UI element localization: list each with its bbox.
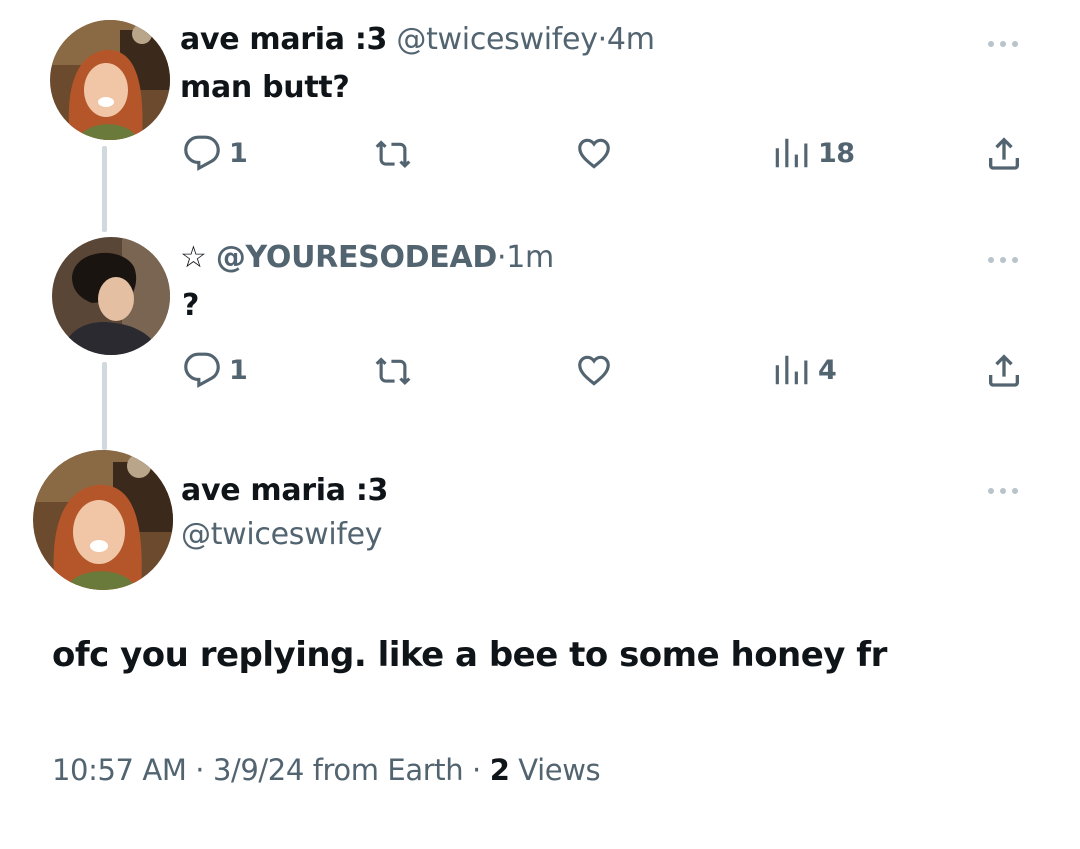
heart-icon <box>578 355 610 386</box>
reply-button[interactable]: 1 <box>183 133 248 173</box>
avatar[interactable] <box>33 450 173 590</box>
display-name[interactable]: ☆ <box>180 240 207 275</box>
more-options-icon[interactable] <box>985 483 1021 499</box>
more-options-icon[interactable] <box>985 252 1021 268</box>
display-name[interactable]: ave maria :3 <box>181 473 388 509</box>
avatar-darkhair-photo-icon <box>52 237 170 355</box>
handle[interactable]: @YOURESODEAD <box>216 240 497 275</box>
views-count: 18 <box>818 137 855 169</box>
separator: · <box>497 240 507 275</box>
timestamp[interactable]: 4m <box>607 22 655 57</box>
handle[interactable]: @twiceswifey <box>396 22 598 57</box>
tweet-text: ? <box>182 288 200 323</box>
avatar-redhead-photo-icon <box>33 450 173 590</box>
handle[interactable]: @twiceswifey <box>181 517 383 553</box>
like-button[interactable] <box>575 133 613 173</box>
thread-connector-line <box>102 146 107 232</box>
reply-icon <box>184 135 220 171</box>
tweet-text: ofc you replying. like a bee to some hon… <box>52 635 887 675</box>
post-time[interactable]: 10:57 AM <box>52 753 187 787</box>
like-button[interactable] <box>575 350 613 390</box>
reply-count: 1 <box>229 137 248 169</box>
views-chart-icon <box>775 355 808 385</box>
thread-connector-line <box>102 362 107 450</box>
avatar[interactable] <box>50 20 170 140</box>
share-upload-icon <box>989 137 1019 170</box>
views-chart-icon <box>775 138 808 168</box>
separator: · <box>472 753 481 787</box>
views-label[interactable]: Views <box>518 753 600 787</box>
reply-icon <box>184 352 220 388</box>
retweet-icon <box>375 140 411 169</box>
tweet-text: man butt? <box>180 70 350 105</box>
more-options-icon[interactable] <box>985 36 1021 52</box>
tweet-header: ☆ @YOURESODEAD·1m <box>180 240 554 276</box>
reply-count: 1 <box>229 354 248 386</box>
tweet-header: ave maria :3 @twiceswifey·4m <box>180 22 655 58</box>
retweet-button[interactable] <box>373 133 413 173</box>
views-count: 4 <box>818 354 837 386</box>
separator: · <box>597 22 608 57</box>
heart-icon <box>578 138 610 169</box>
views-button[interactable]: 18 <box>770 133 855 173</box>
tweet-metadata: 10:57 AM · 3/9/24 from Earth · 2 Views <box>52 752 601 788</box>
reply-button[interactable]: 1 <box>183 350 248 390</box>
avatar-redhead-photo-icon <box>50 20 170 140</box>
post-source: from Earth <box>312 753 464 787</box>
retweet-icon <box>375 357 411 386</box>
views-button[interactable]: 4 <box>770 350 837 390</box>
share-button[interactable] <box>984 350 1024 390</box>
post-date[interactable]: 3/9/24 <box>213 753 304 787</box>
separator: · <box>195 753 205 787</box>
display-name[interactable]: ave maria :3 <box>180 22 387 57</box>
timestamp[interactable]: 1m <box>506 240 554 275</box>
avatar[interactable] <box>52 237 170 355</box>
share-button[interactable] <box>984 133 1024 173</box>
share-upload-icon <box>989 354 1019 387</box>
views-count[interactable]: 2 <box>490 753 510 787</box>
retweet-button[interactable] <box>373 350 413 390</box>
